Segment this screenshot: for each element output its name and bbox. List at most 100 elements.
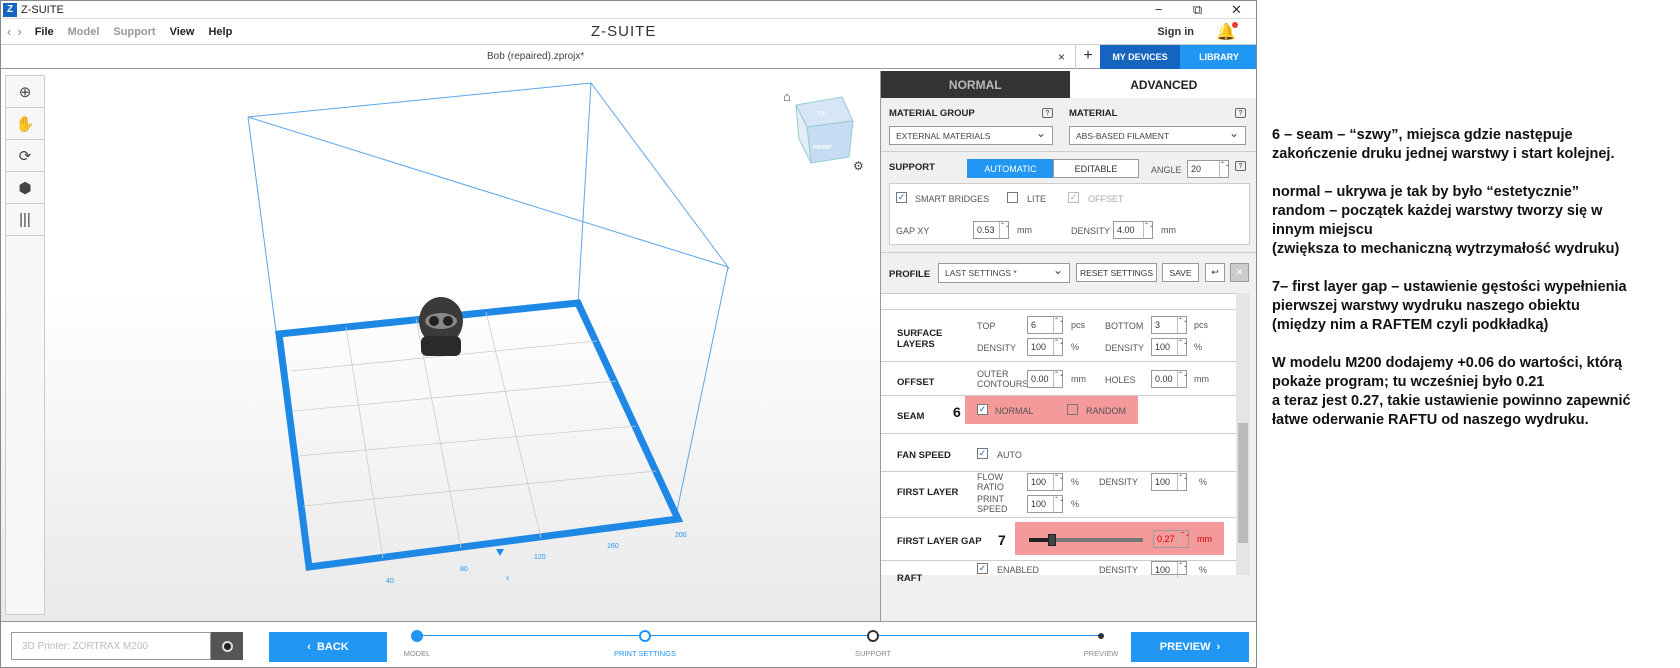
support-density-input[interactable]: 4.00 xyxy=(1113,221,1153,239)
layers-icon[interactable]: ||| xyxy=(6,204,44,236)
library-button[interactable]: LIBRARY xyxy=(1180,44,1256,69)
holes-input[interactable]: 0.00 xyxy=(1151,370,1187,388)
menu-help[interactable]: Help xyxy=(208,26,232,38)
seam-normal-checkbox[interactable]: ✓ xyxy=(977,404,988,415)
3d-viewport[interactable]: 40 80 120 160 200 x TOP FRONT ⌂ ⚙ ⊕ ✋ ⟳ … xyxy=(1,71,881,621)
raft-label: RAFT xyxy=(897,573,923,581)
bottom-layers-input[interactable]: 3 xyxy=(1151,316,1187,334)
undo-icon[interactable]: ↩ xyxy=(1205,263,1225,282)
printer-settings-button[interactable] xyxy=(211,632,243,660)
minimize-button[interactable]: − xyxy=(1139,2,1178,18)
view-cube[interactable]: TOP FRONT xyxy=(795,96,854,164)
gap-xy-input[interactable]: 0.53 xyxy=(973,221,1009,239)
material-help-icon[interactable]: ? xyxy=(1235,108,1246,118)
bottom-density-input[interactable]: 100 xyxy=(1151,338,1187,356)
chevron-right-icon: › xyxy=(1216,641,1221,653)
flow-ratio-input[interactable]: 100 xyxy=(1027,473,1063,491)
material-group-select[interactable]: EXTERNAL MATERIALS xyxy=(889,126,1053,145)
step-preview-dot[interactable] xyxy=(1098,633,1104,639)
seam-random-checkbox[interactable] xyxy=(1067,404,1078,415)
progress-line xyxy=(417,635,1101,636)
menu-model[interactable]: Model xyxy=(68,26,100,38)
outer-contours-input[interactable]: 0.00 xyxy=(1027,370,1063,388)
axis-tick-40: 40 xyxy=(386,578,394,585)
first-layer-gap-slider[interactable] xyxy=(1029,534,1143,546)
forward-arrow-icon[interactable]: › xyxy=(17,24,21,39)
view-toolbar: ⊕ ✋ ⟳ ⬢ ||| xyxy=(5,75,45,615)
reset-settings-button[interactable]: RESET SETTINGS xyxy=(1076,263,1157,282)
first-layer-density-input[interactable]: 100 xyxy=(1151,473,1187,491)
menu-file[interactable]: File xyxy=(35,26,54,38)
lite-checkbox[interactable] xyxy=(1007,192,1018,203)
restore-button[interactable]: ⧉ xyxy=(1178,2,1217,18)
outer-contours-unit: mm xyxy=(1071,374,1086,384)
save-profile-button[interactable]: SAVE xyxy=(1162,263,1199,282)
step-preview-label: PREVIEW xyxy=(1083,649,1119,658)
offset-checkbox[interactable]: ✓ xyxy=(1068,192,1079,203)
tab-advanced[interactable]: ADVANCED xyxy=(1069,71,1256,98)
support-editable-button[interactable]: EDITABLE xyxy=(1053,159,1139,178)
close-tab-icon[interactable]: × xyxy=(1058,50,1065,64)
print-speed-label-line1: PRINT xyxy=(977,494,1004,504)
preview-button[interactable]: PREVIEW › xyxy=(1131,632,1249,662)
step-support-dot[interactable] xyxy=(867,630,879,642)
support-automatic-button[interactable]: AUTOMATIC xyxy=(967,159,1054,178)
offset-section-label: OFFSET xyxy=(897,377,935,388)
note-line: random – początek każdej warstwy tworzy … xyxy=(1272,203,1603,219)
zoom-icon[interactable]: ⊕ xyxy=(6,76,44,108)
slider-thumb[interactable] xyxy=(1047,534,1056,546)
material-group-help-icon[interactable]: ? xyxy=(1042,108,1053,118)
tab-normal[interactable]: NORMAL xyxy=(881,71,1070,98)
step-support-label: SUPPORT xyxy=(854,649,892,658)
add-tab-button[interactable]: + xyxy=(1075,44,1100,69)
angle-input[interactable]: 20 xyxy=(1187,160,1229,178)
note-line: pokaże program; tu wcześniej było 0.21 xyxy=(1272,374,1545,390)
rotate-icon[interactable]: ⟳ xyxy=(6,140,44,172)
step-model-label: MODEL xyxy=(403,649,431,658)
file-tab[interactable]: Bob (repaired).zprojx* xyxy=(487,51,584,62)
menu-view[interactable]: View xyxy=(170,26,195,38)
note-line: łatwe oderwanie RAFTU od naszego wydruku… xyxy=(1272,412,1589,428)
first-layer-gap-input[interactable]: 0.27 xyxy=(1153,530,1189,548)
step-print-settings-dot[interactable] xyxy=(639,630,651,642)
home-view-icon[interactable]: ⌂ xyxy=(783,89,791,104)
raft-enabled-checkbox[interactable]: ✓ xyxy=(977,563,988,574)
back-label: BACK xyxy=(316,641,349,653)
pan-hand-icon[interactable]: ✋ xyxy=(6,108,44,140)
view-cube-icon[interactable]: ⬢ xyxy=(6,172,44,204)
printer-select[interactable]: 3D Printer: ZORTRAX M200 xyxy=(11,632,211,660)
step-model-dot[interactable] xyxy=(411,630,423,642)
settings-scrollbar[interactable] xyxy=(1236,293,1250,575)
raft-density-input[interactable]: 100 xyxy=(1151,561,1187,578)
sign-in-link[interactable]: Sign in xyxy=(1157,26,1194,38)
surface-layers-label-line1: SURFACE xyxy=(897,328,943,339)
first-layer-gap-unit: mm xyxy=(1197,534,1212,544)
bob-model[interactable] xyxy=(419,297,463,356)
notification-bell-icon[interactable]: 🔔 xyxy=(1216,22,1238,42)
top-density-input[interactable]: 100 xyxy=(1027,338,1063,356)
fan-auto-checkbox[interactable]: ✓ xyxy=(977,448,988,459)
my-devices-button[interactable]: MY DEVICES xyxy=(1100,44,1180,69)
top-layers-input[interactable]: 6 xyxy=(1027,316,1063,334)
axis-tick-80: 80 xyxy=(460,566,468,573)
preview-label: PREVIEW xyxy=(1159,641,1211,653)
back-button[interactable]: ‹ BACK xyxy=(269,632,387,662)
view-settings-gear-icon[interactable]: ⚙ xyxy=(853,159,864,173)
print-speed-input[interactable]: 100 xyxy=(1027,495,1063,513)
lite-label: LITE xyxy=(1027,194,1047,204)
material-select[interactable]: ABS-BASED FILAMENT xyxy=(1069,126,1246,145)
window-title: Z-SUITE xyxy=(21,3,64,16)
flow-ratio-label-line2: RATIO xyxy=(977,482,1004,492)
delete-profile-icon[interactable]: ✕ xyxy=(1230,263,1249,282)
note-seam: 6 – seam – “szwy”, miejsca gdzie następu… xyxy=(1272,126,1672,164)
smart-bridges-checkbox[interactable]: ✓ xyxy=(896,192,907,203)
top-unit: pcs xyxy=(1071,320,1086,330)
profile-select[interactable]: LAST SETTINGS * xyxy=(938,263,1070,283)
back-arrow-icon[interactable]: ‹ xyxy=(7,24,11,39)
support-help-icon[interactable]: ? xyxy=(1235,161,1246,171)
note-line: pierwszej warstwy wydruku naszego obiekt… xyxy=(1272,298,1580,314)
top-density-unit: % xyxy=(1071,342,1080,352)
menu-support[interactable]: Support xyxy=(113,26,155,38)
close-window-button[interactable]: ✕ xyxy=(1217,2,1256,18)
smart-bridges-label: SMART BRIDGES xyxy=(915,194,990,204)
